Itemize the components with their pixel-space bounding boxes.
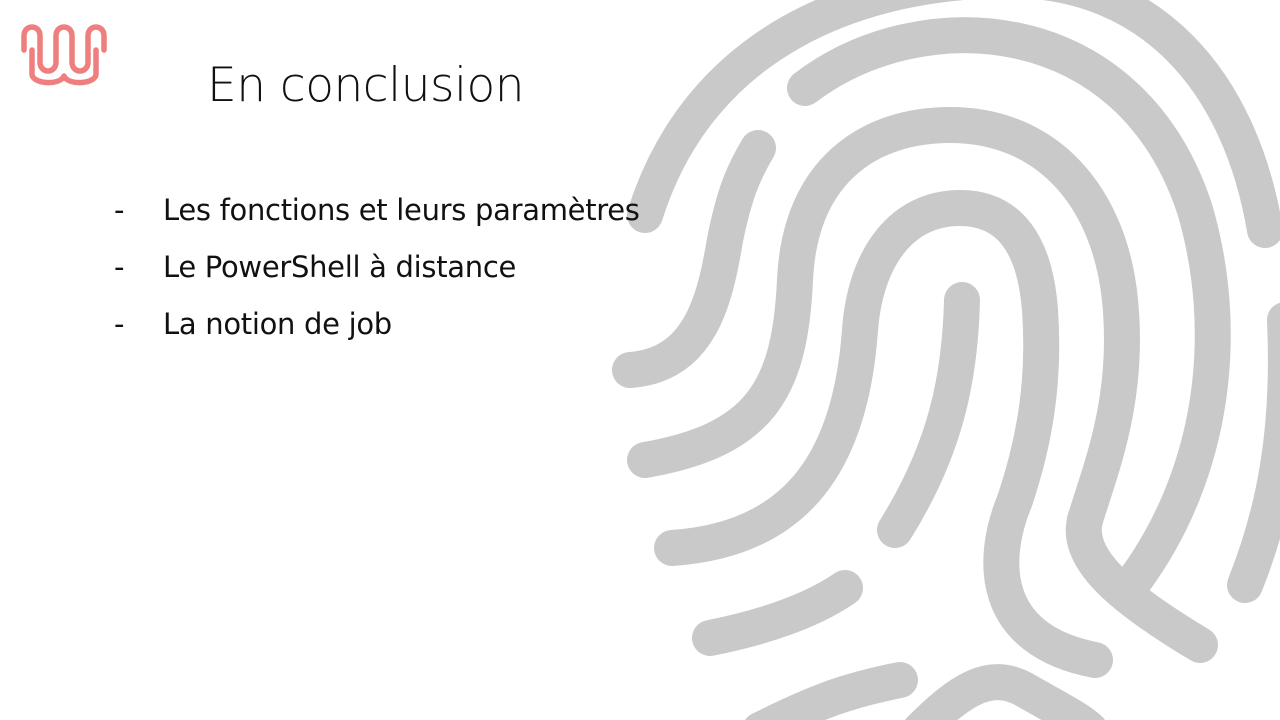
bullet-marker: -: [114, 307, 125, 341]
slide-title: En conclusion: [207, 58, 525, 113]
bullet-text: Le PowerShell à distance: [163, 250, 517, 284]
bullet-text: Les fonctions et leurs paramètres: [163, 193, 640, 227]
slide: En conclusion - Les fonctions et leurs p…: [0, 0, 1280, 720]
bullet-marker: -: [114, 250, 125, 284]
bullet-marker: -: [114, 193, 125, 227]
wave-logo-icon: [21, 24, 107, 86]
fingerprint-icon: [612, 0, 1280, 720]
bullet-text: La notion de job: [163, 307, 392, 341]
